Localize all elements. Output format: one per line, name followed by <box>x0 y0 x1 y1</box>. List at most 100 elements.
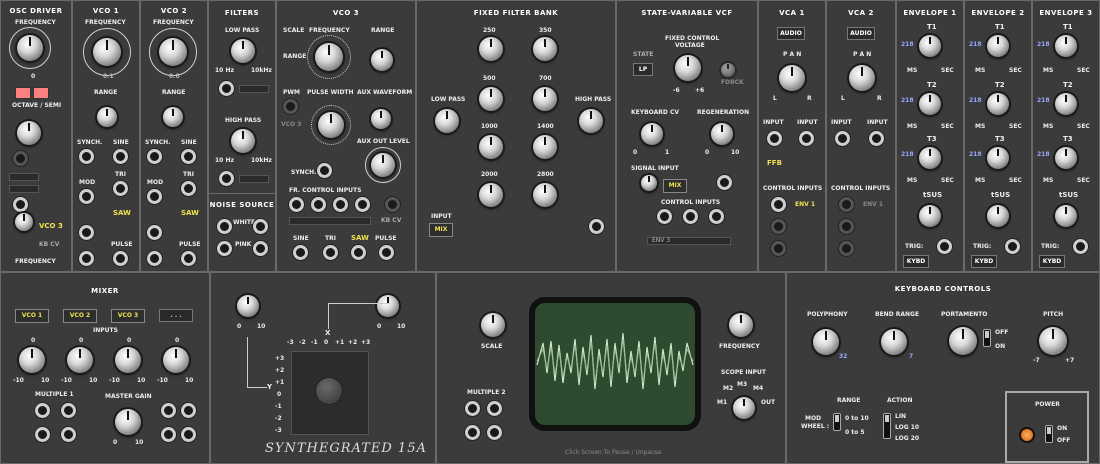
vco3-saw-jack[interactable] <box>351 245 366 260</box>
vca2-ctrl-jack-1[interactable] <box>839 197 854 212</box>
vco2-mod-jack[interactable] <box>147 189 162 204</box>
portamento-toggle[interactable] <box>983 329 991 347</box>
mixer-vco2-button[interactable]: VCO 2 <box>63 309 97 323</box>
env3-t1-knob[interactable] <box>1055 35 1077 57</box>
scope-scale-knob[interactable] <box>481 313 505 337</box>
fb-1000-knob[interactable] <box>479 135 503 159</box>
fb-highpass-knob[interactable] <box>579 109 603 133</box>
svcf-env3-slot[interactable]: ENV 3 <box>647 237 731 245</box>
fb-2800-knob[interactable] <box>533 183 557 207</box>
fb-700-knob[interactable] <box>533 87 557 111</box>
vca2-audio-button[interactable]: AUDIO <box>847 27 875 40</box>
pitch-knob[interactable] <box>1039 327 1067 355</box>
portamento-knob[interactable] <box>949 327 977 355</box>
joystick-right-knob[interactable] <box>377 295 399 317</box>
fb-lowpass-knob[interactable] <box>435 109 459 133</box>
svcf-lp-button[interactable]: LP <box>633 63 653 76</box>
vco1-mod3-jack[interactable] <box>79 251 94 266</box>
vco2-tri-jack[interactable] <box>181 181 196 196</box>
highpass-knob[interactable] <box>231 129 255 153</box>
svcf-ctrl-jack-3[interactable] <box>709 209 724 224</box>
power-switch[interactable] <box>1045 425 1053 443</box>
vca1-input2-jack[interactable] <box>799 131 814 146</box>
svcf-ctrl-jack-2[interactable] <box>683 209 698 224</box>
vco3-pulse-jack[interactable] <box>379 245 394 260</box>
multiple1-jack-1[interactable] <box>35 403 50 418</box>
env3-tsus-knob[interactable] <box>1055 205 1077 227</box>
multiple2-jack-2[interactable] <box>487 401 502 416</box>
vca1-input-jack[interactable] <box>767 131 782 146</box>
vca1-audio-button[interactable]: AUDIO <box>777 27 805 40</box>
vca2-pan-knob[interactable] <box>849 65 875 91</box>
multiple2-jack-1[interactable] <box>465 401 480 416</box>
fb-500-knob[interactable] <box>479 87 503 111</box>
env1-t3-knob[interactable] <box>919 147 941 169</box>
vco1-mod2-jack[interactable] <box>79 225 94 240</box>
vca2-input2-jack[interactable] <box>869 131 884 146</box>
env3-t3-knob[interactable] <box>1055 147 1077 169</box>
white-jack-1[interactable] <box>217 219 232 234</box>
fb-mix-button[interactable]: MIX <box>429 223 453 237</box>
vca2-ctrl-jack-3[interactable] <box>839 241 854 256</box>
mixer-knob-2[interactable] <box>67 347 93 373</box>
vco3-range-knob[interactable] <box>371 49 393 71</box>
vco1-tri-jack[interactable] <box>113 181 128 196</box>
env2-t1-knob[interactable] <box>987 35 1009 57</box>
vco2-range-knob[interactable] <box>163 107 183 127</box>
env2-kybd-button[interactable]: KYBD <box>971 255 997 268</box>
svcf-signal-jack[interactable] <box>717 175 732 190</box>
range-toggle[interactable] <box>833 413 841 431</box>
bend-knob[interactable] <box>881 329 907 355</box>
osc-fine-knob[interactable] <box>15 213 33 231</box>
vco1-synch-jack[interactable] <box>79 149 94 164</box>
vco1-range-knob[interactable] <box>97 107 117 127</box>
vco3-aux-out-knob[interactable] <box>371 153 395 177</box>
highpass-slot[interactable] <box>239 175 269 183</box>
vco3-pwm-jack[interactable] <box>283 99 298 114</box>
svcf-fdbck-knob[interactable] <box>721 63 735 77</box>
vco2-sine-jack[interactable] <box>181 149 196 164</box>
vca2-input-jack[interactable] <box>835 131 850 146</box>
osc-frequency-knob[interactable] <box>17 35 43 61</box>
env1-tsus-knob[interactable] <box>919 205 941 227</box>
scope-frequency-knob[interactable] <box>729 313 753 337</box>
joystick-handle[interactable] <box>315 377 343 405</box>
lowpass-jack[interactable] <box>219 81 234 96</box>
vco3-fr-slot[interactable] <box>289 217 371 225</box>
multiple2-jack-3[interactable] <box>465 425 480 440</box>
pink-jack-1[interactable] <box>217 241 232 256</box>
fb-1400-knob[interactable] <box>533 135 557 159</box>
multiple1-jack-2[interactable] <box>61 403 76 418</box>
env2-t3-knob[interactable] <box>987 147 1009 169</box>
multiple1-jack-3[interactable] <box>35 427 50 442</box>
vco3-sine-jack[interactable] <box>293 245 308 260</box>
fb-350-knob[interactable] <box>533 37 557 61</box>
vca1-ctrl-jack-3[interactable] <box>771 241 786 256</box>
fb-250-knob[interactable] <box>479 37 503 61</box>
vco3-frequency-knob[interactable] <box>315 43 343 71</box>
white-jack-2[interactable] <box>253 219 268 234</box>
env2-t2-knob[interactable] <box>987 93 1009 115</box>
env3-trig-jack[interactable] <box>1073 239 1088 254</box>
highpass-jack[interactable] <box>219 171 234 186</box>
pink-jack-2[interactable] <box>253 241 268 256</box>
scope-input-knob[interactable] <box>733 397 755 419</box>
lowpass-knob[interactable] <box>231 39 255 63</box>
svcf-mix-button[interactable]: MIX <box>663 179 687 193</box>
mixer-knob-4[interactable] <box>163 347 189 373</box>
env1-t2-knob[interactable] <box>919 93 941 115</box>
mixer-out-jack-4[interactable] <box>181 427 196 442</box>
polyphony-knob[interactable] <box>813 329 839 355</box>
env3-t2-knob[interactable] <box>1055 93 1077 115</box>
mixer-ch4-button[interactable]: . . . <box>159 309 193 322</box>
vco3-synch-jack[interactable] <box>317 163 332 178</box>
lowpass-slot[interactable] <box>239 85 269 93</box>
env3-kybd-button[interactable]: KYBD <box>1039 255 1065 268</box>
osc-jack-1[interactable] <box>13 151 28 166</box>
mixer-out-jack-2[interactable] <box>181 403 196 418</box>
vco2-mod3-jack[interactable] <box>147 251 162 266</box>
multiple1-jack-4[interactable] <box>61 427 76 442</box>
osc-slider-2[interactable] <box>9 185 39 193</box>
vco1-sine-jack[interactable] <box>113 149 128 164</box>
multiple2-jack-4[interactable] <box>487 425 502 440</box>
